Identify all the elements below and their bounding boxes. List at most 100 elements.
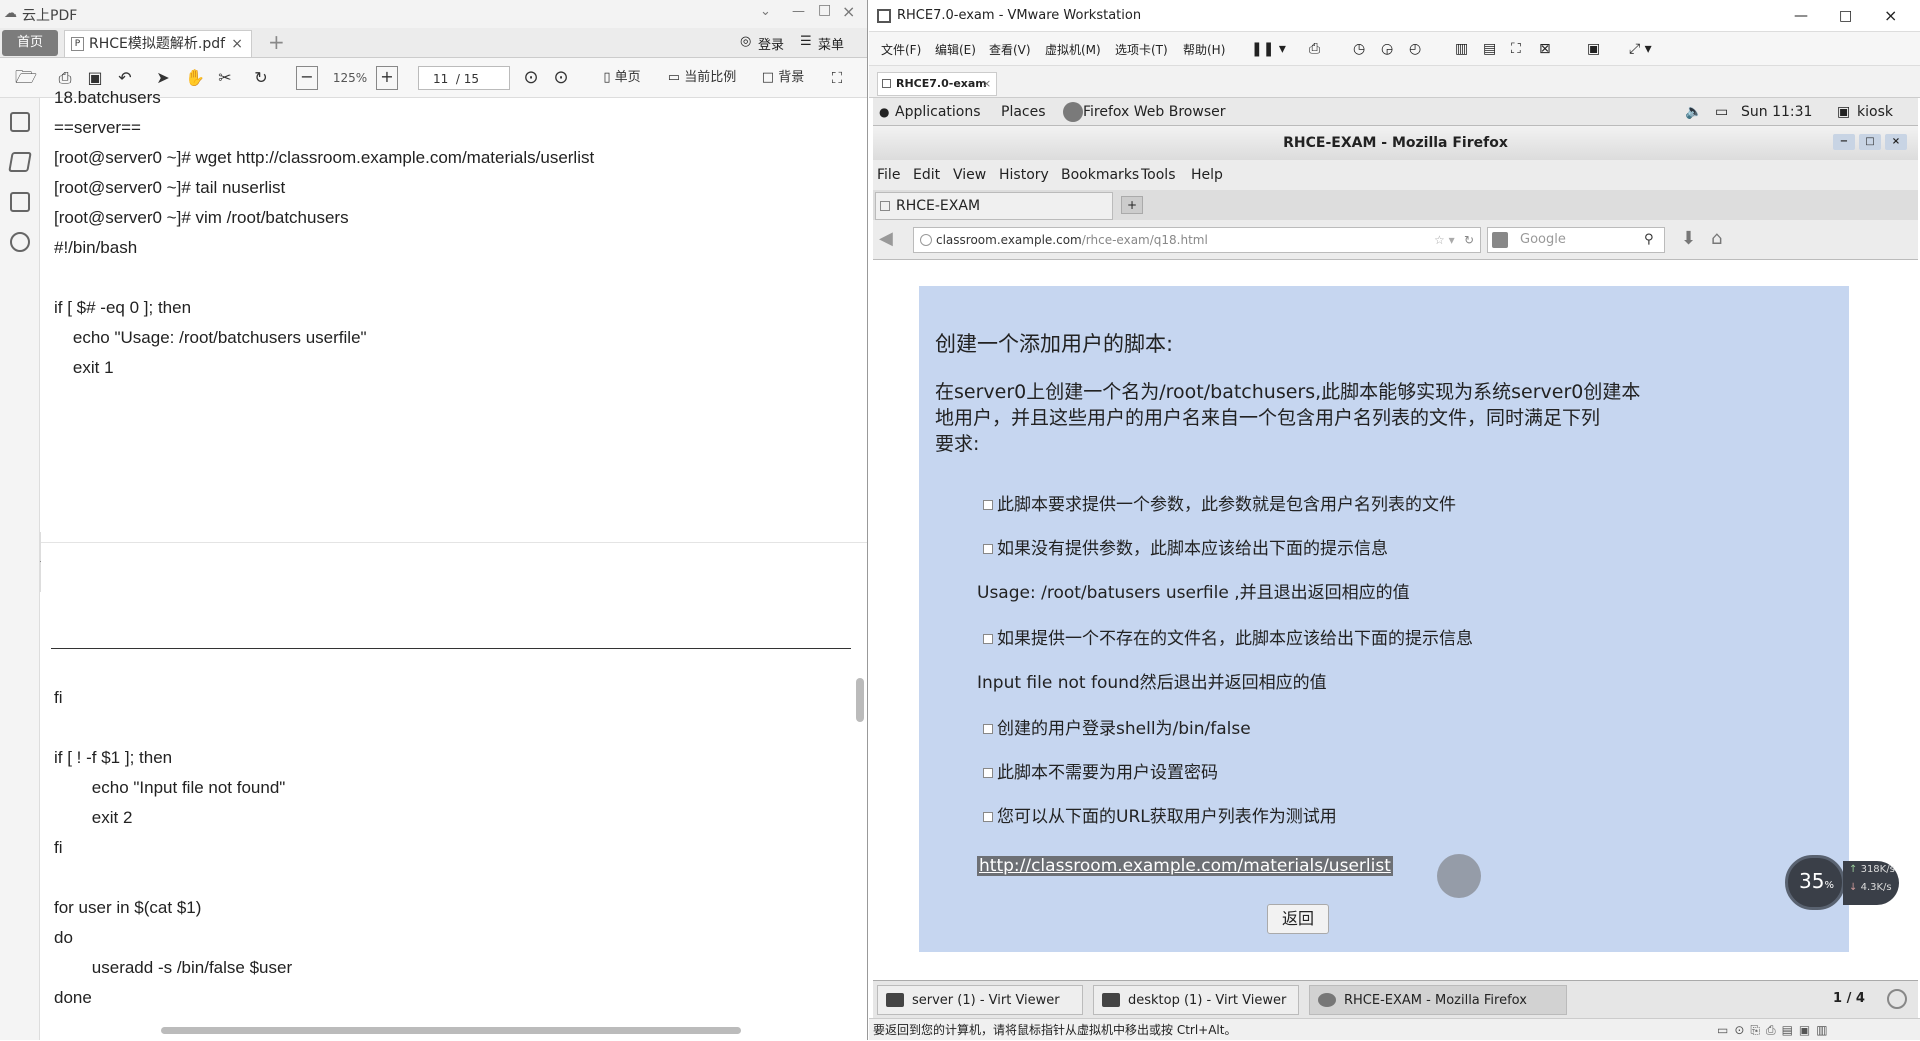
pages-icon[interactable] [10, 192, 30, 212]
manage-snapshots-icon[interactable]: ◴ [1409, 41, 1421, 57]
ff-menu-view[interactable]: View [953, 160, 986, 190]
rotate-icon[interactable]: ↻ [250, 66, 272, 90]
menu-view[interactable]: 查看(V) [989, 41, 1031, 58]
library-icon[interactable]: ▥ [1455, 41, 1468, 57]
close-button[interactable]: × [842, 2, 855, 21]
zoom-level[interactable]: 125% [322, 66, 378, 90]
minimize-button[interactable]: — [792, 4, 805, 19]
search-icon[interactable] [10, 232, 30, 252]
back-button[interactable]: 返回 [1267, 904, 1329, 934]
home-tab[interactable]: 首页 [2, 30, 58, 56]
current-ratio-button[interactable]: ▭ 当前比例 [660, 66, 744, 90]
new-tab-button[interactable]: + [1121, 196, 1143, 214]
ff-tab[interactable]: RHCE-EXAM [875, 192, 1113, 220]
vm-tab-close-icon[interactable]: × [982, 73, 991, 95]
menu-edit[interactable]: 编辑(E) [935, 41, 976, 58]
minimize-button[interactable]: — [1794, 0, 1808, 32]
places-menu[interactable]: Places [1001, 98, 1046, 126]
ff-close-button[interactable]: × [1885, 134, 1907, 150]
thumbnail-icon[interactable]: ▤ [1483, 41, 1496, 57]
task-desktop-viewer[interactable]: desktop (1) - Virt Viewer [1093, 985, 1299, 1015]
menu-link[interactable]: 菜单 [818, 34, 844, 53]
send-keys-icon[interactable]: ⎙ [1309, 41, 1320, 57]
pause-icon[interactable]: ❚❚ ▾ [1251, 41, 1286, 57]
task-firefox[interactable]: RHCE-EXAM - Mozilla Firefox [1309, 985, 1567, 1015]
question-intro-line: 要求: [935, 433, 980, 455]
ff-minimize-button[interactable]: − [1833, 134, 1855, 150]
userlist-link[interactable]: http://classroom.example.com/materials/u… [977, 856, 1393, 876]
applications-menu[interactable]: Applications [895, 98, 981, 126]
menu-icon: ☰ [800, 34, 812, 49]
background-button[interactable]: □ 背景 [756, 66, 810, 90]
scissors-icon[interactable]: ✂ [214, 66, 236, 90]
search-icon[interactable]: ⚲ [1644, 228, 1654, 252]
document-tab[interactable]: P RHCE模拟题解析.pdf × [64, 30, 252, 57]
display-icon[interactable]: ▭ [1715, 98, 1728, 126]
print-icon[interactable]: ⎙ [54, 66, 76, 90]
network-speed-widget[interactable]: 35% ↑ 318K/s ↓ 4.3K/s [1785, 855, 1900, 910]
ff-menu-file[interactable]: File [877, 160, 900, 190]
ff-menu-edit[interactable]: Edit [913, 160, 940, 190]
open-folder-icon[interactable]: 🗁 [14, 66, 38, 90]
search-input[interactable]: Google ⚲ [1487, 227, 1665, 253]
new-tab-button[interactable]: + [268, 30, 285, 54]
zoom-in-button[interactable]: + [376, 66, 398, 90]
page-input[interactable]: 11 / 15 [418, 66, 510, 90]
url-bar[interactable]: classroom.example.com/rhce-exam/q18.html… [913, 227, 1481, 253]
next-page-icon[interactable]: ⊙ [550, 66, 572, 90]
home-icon[interactable]: ⌂ [1711, 228, 1722, 249]
vm-tab[interactable]: RHCE7.0-exam × [877, 72, 997, 96]
zoom-out-button[interactable]: − [296, 66, 318, 90]
full-screen-icon[interactable]: ⛶ [1511, 41, 1521, 57]
console-icon[interactable]: ▣ [1587, 41, 1600, 57]
save-icon[interactable]: ▣ [84, 66, 106, 90]
user-menu[interactable]: kiosk [1857, 98, 1893, 126]
bookmark-icon[interactable] [10, 112, 30, 132]
notification-icon[interactable] [1887, 989, 1907, 1009]
menu-file[interactable]: 文件(F) [881, 41, 921, 58]
vertical-scrollbar[interactable] [856, 678, 864, 722]
workspace-indicator[interactable]: 1 / 4 [1833, 991, 1865, 1006]
edit-icon[interactable] [8, 152, 32, 172]
unity-icon[interactable]: ⊠ [1539, 41, 1551, 57]
firefox-menu-bar: File Edit View History Bookmarks Tools H… [873, 160, 1918, 190]
ff-menu-help[interactable]: Help [1191, 160, 1223, 190]
question-heading: 创建一个添加用户的脚本: [935, 332, 1174, 356]
maximize-button[interactable]: □ [1839, 0, 1852, 32]
menu-vm[interactable]: 虚拟机(M) [1045, 41, 1101, 58]
firefox-icon [1318, 993, 1336, 1007]
vmware-tab-bar: RHCE7.0-exam × [869, 66, 1920, 98]
menu-tabs[interactable]: 选项卡(T) [1115, 41, 1168, 58]
search-placeholder: Google [1520, 232, 1566, 247]
hand-tool-icon[interactable]: ✋ [184, 66, 206, 90]
prev-page-icon[interactable]: ⊙ [520, 66, 542, 90]
ff-menu-tools[interactable]: Tools [1141, 160, 1176, 190]
menu-help[interactable]: 帮助(H) [1183, 41, 1225, 58]
back-icon[interactable]: ◀ [879, 228, 893, 249]
horizontal-scrollbar[interactable] [161, 1027, 741, 1034]
login-link[interactable]: 登录 [758, 34, 784, 53]
task-server-viewer[interactable]: server (1) - Virt Viewer [877, 985, 1083, 1015]
fullscreen-icon[interactable]: ⛶ [826, 66, 848, 90]
firefox-launcher[interactable]: Firefox Web Browser [1083, 98, 1226, 126]
single-page-button[interactable]: ▯ 单页 [592, 66, 652, 90]
maximize-button[interactable]: □ [818, 2, 831, 18]
clock[interactable]: Sun 11:31 [1741, 98, 1812, 126]
stretch-icon[interactable]: ⤢ ▾ [1629, 41, 1652, 57]
device-icons[interactable]: ▭⊙⎘⎙▤▣▥ [1717, 1019, 1834, 1041]
search-engine-icon[interactable] [1492, 232, 1508, 248]
minimize-down-icon[interactable]: ⌄ [760, 4, 771, 19]
share-icon[interactable]: ↶ [114, 66, 136, 90]
ff-maximize-button[interactable]: □ [1859, 134, 1881, 150]
reload-icon[interactable]: ↻ [1464, 228, 1474, 252]
ff-menu-bookmarks[interactable]: Bookmarks [1061, 160, 1139, 190]
download-icon[interactable]: ⬇ [1681, 228, 1696, 249]
close-button[interactable]: × [1884, 0, 1897, 32]
snapshot-icon[interactable]: ◷ [1353, 41, 1365, 57]
tab-close-icon[interactable]: × [231, 31, 243, 57]
bookmark-star-icon[interactable]: ☆ ▾ [1434, 228, 1455, 252]
revert-icon[interactable]: ◶ [1381, 41, 1393, 57]
select-cursor-icon[interactable]: ➤ [152, 66, 174, 90]
volume-icon[interactable]: 🔈 [1685, 98, 1702, 126]
ff-menu-history[interactable]: History [999, 160, 1049, 190]
